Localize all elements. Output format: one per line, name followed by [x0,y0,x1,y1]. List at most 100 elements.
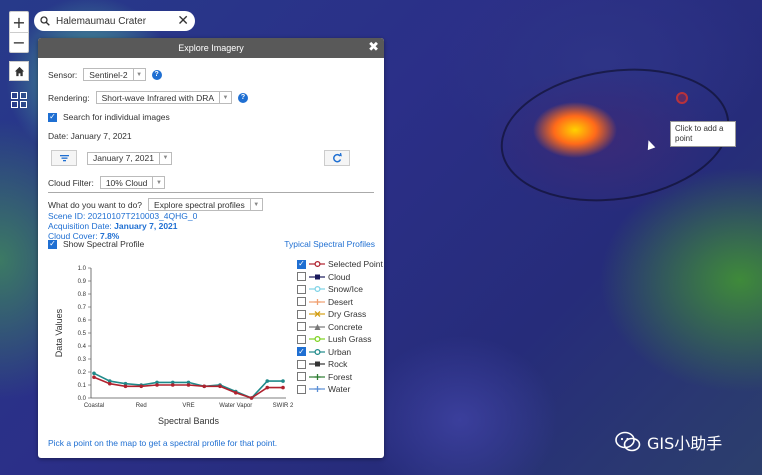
show-profile-label: Show Spectral Profile [63,239,145,249]
series-point [123,384,128,389]
cloud-filter-select[interactable]: 10% Cloud ▼ [99,176,166,189]
legend-item[interactable]: Snow/Ice [297,283,383,296]
rendering-value: Short-wave Infrared with DRA [101,92,215,103]
legend-checkbox[interactable] [297,297,306,307]
legend-item[interactable]: Forest [297,371,383,384]
action-value: Explore spectral profiles [154,199,245,210]
legend-item[interactable]: ✓ Urban [297,346,383,359]
y-tick-label: 0.5 [78,331,87,337]
chevron-down-icon: ▼ [152,177,164,188]
y-axis-label: Data Values [54,308,64,357]
legend-label: Concrete [328,321,363,332]
series-point [107,381,112,386]
show-profile-checkbox[interactable]: ✓ [48,239,57,249]
watermark-text: GIS小助手 [647,434,723,453]
sensor-select[interactable]: Sentinel-2 ▼ [83,68,146,81]
y-tick-label: 0.4 [78,344,87,350]
calendar-button[interactable] [51,150,77,166]
close-icon[interactable]: ✖ [368,40,379,55]
search-icon [40,16,50,26]
x-tick-label: SWIR 2 [273,403,294,409]
legend-item[interactable]: Cloud [297,271,383,284]
map-point-marker[interactable] [676,92,688,104]
date-value: January 7, 2021 [93,153,154,163]
legend-item[interactable]: Water [297,383,383,396]
date-select[interactable]: January 7, 2021 ▼ [87,151,172,165]
clear-search-icon[interactable]: ✕ [177,13,189,29]
scene-id: Scene ID: 20210107T210003_4QHG_0 [48,211,198,221]
x-tick-label: Coastal [84,403,104,409]
legend-checkbox[interactable] [297,359,306,369]
legend-item[interactable]: Desert [297,296,383,309]
help-icon[interactable]: ? [151,69,162,80]
legend-marker-icon [309,336,325,343]
x-axis-label: Spectral Bands [158,416,220,426]
search-individual-checkbox[interactable]: ✓ [48,112,57,122]
search-input[interactable]: Halemaumau Crater [50,16,177,27]
legend-label: Rock [328,359,348,370]
legend-checkbox[interactable] [297,334,306,344]
chevron-down-icon: ▼ [249,199,262,210]
legend-marker-icon [309,386,325,393]
legend-marker-icon [309,373,325,380]
legend-label: Cloud [328,271,351,282]
series-point [265,385,270,390]
legend-label: Selected Point [328,259,383,270]
watermark: GIS小助手 [615,430,722,454]
zoom-in-button[interactable]: + [10,12,28,32]
y-tick-label: 0.9 [78,279,87,285]
help-icon[interactable]: ? [238,92,249,103]
legend-marker-icon [309,286,325,293]
series-point [92,375,96,379]
y-tick-label: 0.0 [78,396,87,402]
legend-checkbox[interactable]: ✓ [297,259,306,269]
basemap-gallery-icon[interactable] [9,90,29,110]
series-point [92,371,96,376]
y-tick-label: 0.3 [78,357,87,363]
cloud-filter-label: Cloud Filter: [48,177,94,188]
y-tick-label: 0.8 [78,292,87,298]
legend-checkbox[interactable] [297,272,306,282]
legend-label: Lush Grass [328,334,372,345]
spectral-profile-chart: 0.0 0.1 0.2 0.3 0.4 0.5 0.6 0.7 0.8 0.9 1.0 Coastal… [54,266,294,426]
legend-checkbox[interactable] [297,284,306,294]
legend-item[interactable]: Dry Grass [297,308,383,321]
legend-marker-icon [309,261,325,268]
legend-checkbox[interactable] [297,372,306,382]
refresh-button[interactable] [324,150,350,166]
legend-item[interactable]: Lush Grass [297,333,383,346]
legend-checkbox[interactable] [297,309,306,319]
search-box[interactable]: Halemaumau Crater ✕ [34,11,195,31]
chevron-down-icon: ▼ [158,152,171,164]
sensor-value: Sentinel-2 [89,69,128,80]
chevron-down-icon: ▼ [132,69,145,80]
legend-marker-icon [309,274,325,280]
legend-checkbox[interactable] [297,322,306,332]
series-point [249,396,254,400]
legend-item[interactable]: ✓ Selected Point [297,258,383,271]
acquisition-date: Acquisition Date: January 7, 2021 [48,221,178,231]
legend-label: Desert [328,296,354,307]
series-point [233,391,238,395]
legend-item[interactable]: Concrete [297,321,383,334]
series-point [186,383,191,387]
rendering-label: Rendering: [48,92,90,103]
sensor-label: Sensor: [48,69,78,80]
filter-icon [59,155,69,162]
legend-marker-icon [309,323,325,330]
rendering-select[interactable]: Short-wave Infrared with DRA ▼ [95,91,233,104]
legend-checkbox[interactable] [297,384,306,394]
question-label: What do you want to do? [48,199,143,210]
zoom-out-button[interactable]: − [10,32,28,52]
action-select[interactable]: Explore spectral profiles ▼ [148,198,263,211]
y-tick-label: 1.0 [78,266,87,272]
series-point [281,379,285,383]
legend-label: Snow/Ice [328,284,363,295]
home-button[interactable] [9,61,29,81]
series-point [218,384,222,389]
typical-profiles-link[interactable]: Typical Spectral Profiles [284,239,375,249]
refresh-icon [333,153,342,163]
cloud-filter-value: 10% Cloud [105,177,148,188]
legend-item[interactable]: Rock [297,358,383,371]
legend-checkbox[interactable]: ✓ [297,347,306,357]
